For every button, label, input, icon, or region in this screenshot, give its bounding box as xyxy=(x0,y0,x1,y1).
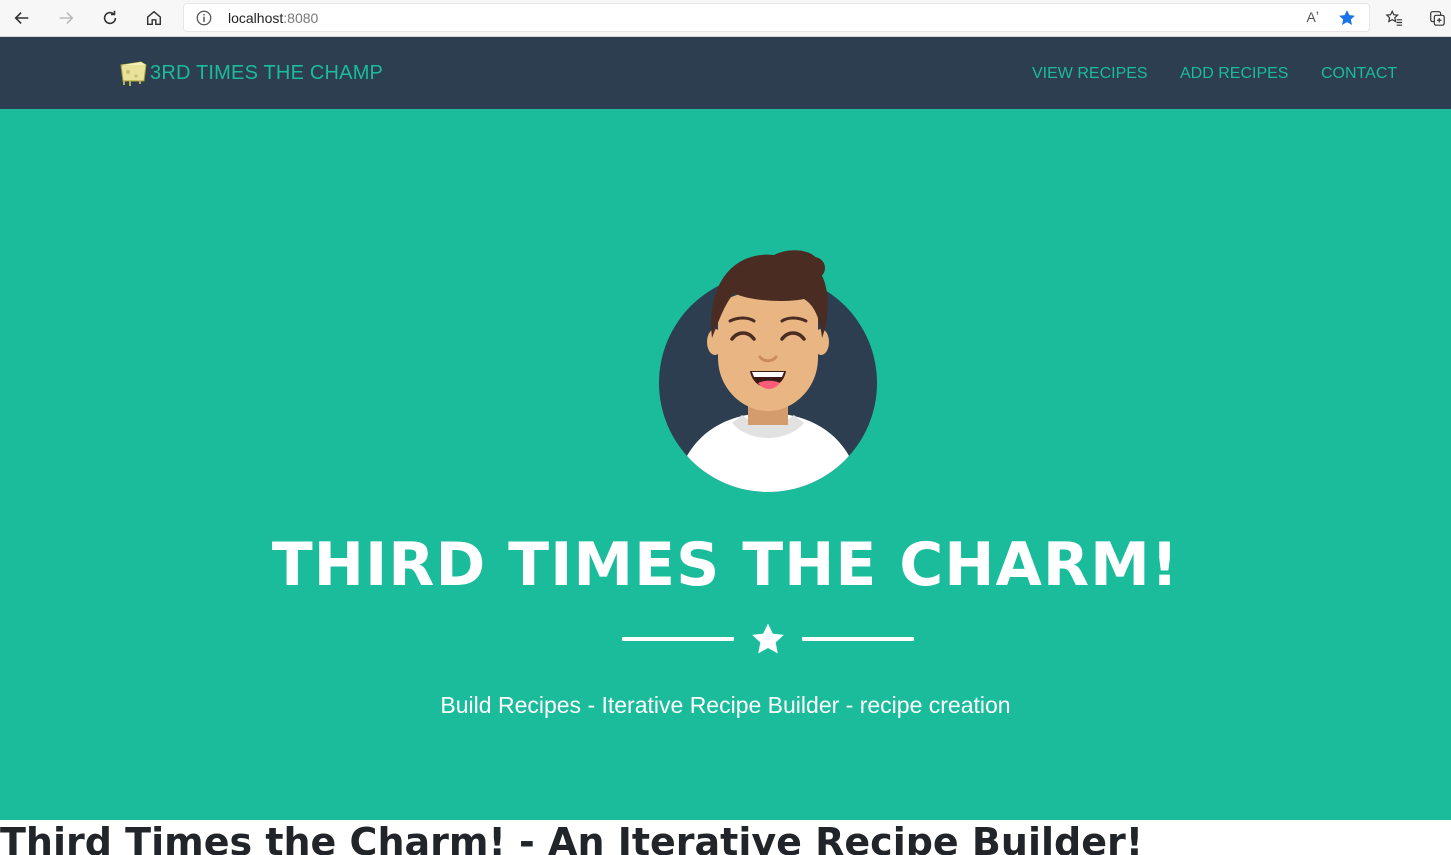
favorite-star-icon[interactable] xyxy=(1337,8,1357,28)
section-title: Third Times the Charm! - An Iterative Re… xyxy=(0,820,1144,855)
url-port: :8080 xyxy=(283,10,319,26)
nav-add-recipes[interactable]: ADD RECIPES xyxy=(1180,65,1288,83)
reload-icon xyxy=(103,10,117,25)
reload-button[interactable] xyxy=(96,4,124,32)
divider-line-left xyxy=(622,637,734,641)
url-text: localhost:8080 xyxy=(228,10,318,26)
browser-toolbar: localhost:8080 Aʼ xyxy=(0,0,1451,37)
home-button[interactable] xyxy=(140,4,168,32)
favorites-button[interactable] xyxy=(1380,4,1408,32)
arrow-right-icon xyxy=(59,12,74,24)
collections-button[interactable] xyxy=(1423,4,1451,32)
brand-name: 3RD TIMES THE CHAMP xyxy=(150,61,384,84)
favorites-list-icon xyxy=(1385,9,1403,26)
hero-subtitle: Build Recipes - Iterative Recipe Builder… xyxy=(440,692,1011,718)
section-title-wrapper: Third Times the Charm! - An Iterative Re… xyxy=(0,820,1451,855)
hero-title: THIRD TIMES THE CHARM! xyxy=(271,530,1180,600)
site-navbar: 3RD TIMES THE CHAMP VIEW RECIPES ADD REC… xyxy=(0,37,1451,109)
star-icon xyxy=(752,623,784,654)
url-host: localhost xyxy=(228,10,284,26)
read-aloud-icon[interactable]: Aʼ xyxy=(1307,9,1319,25)
cheese-logo-icon xyxy=(120,61,147,86)
info-icon[interactable] xyxy=(195,9,213,27)
nav-contact[interactable]: CONTACT xyxy=(1321,65,1397,83)
brand-link[interactable]: 3RD TIMES THE CHAMP xyxy=(118,57,383,89)
avatar-icon xyxy=(659,250,877,492)
star-divider xyxy=(622,622,914,658)
divider-line-right xyxy=(802,637,914,641)
home-icon xyxy=(146,10,162,26)
collections-icon xyxy=(1430,11,1445,26)
address-bar[interactable]: localhost:8080 Aʼ xyxy=(183,3,1370,32)
arrow-left-icon xyxy=(14,12,29,24)
back-button[interactable] xyxy=(8,4,36,32)
forward-button[interactable] xyxy=(52,4,80,32)
nav-view-recipes[interactable]: VIEW RECIPES xyxy=(1032,65,1148,83)
hero-section: THIRD TIMES THE CHARM! Build Recipes - I… xyxy=(0,109,1451,820)
